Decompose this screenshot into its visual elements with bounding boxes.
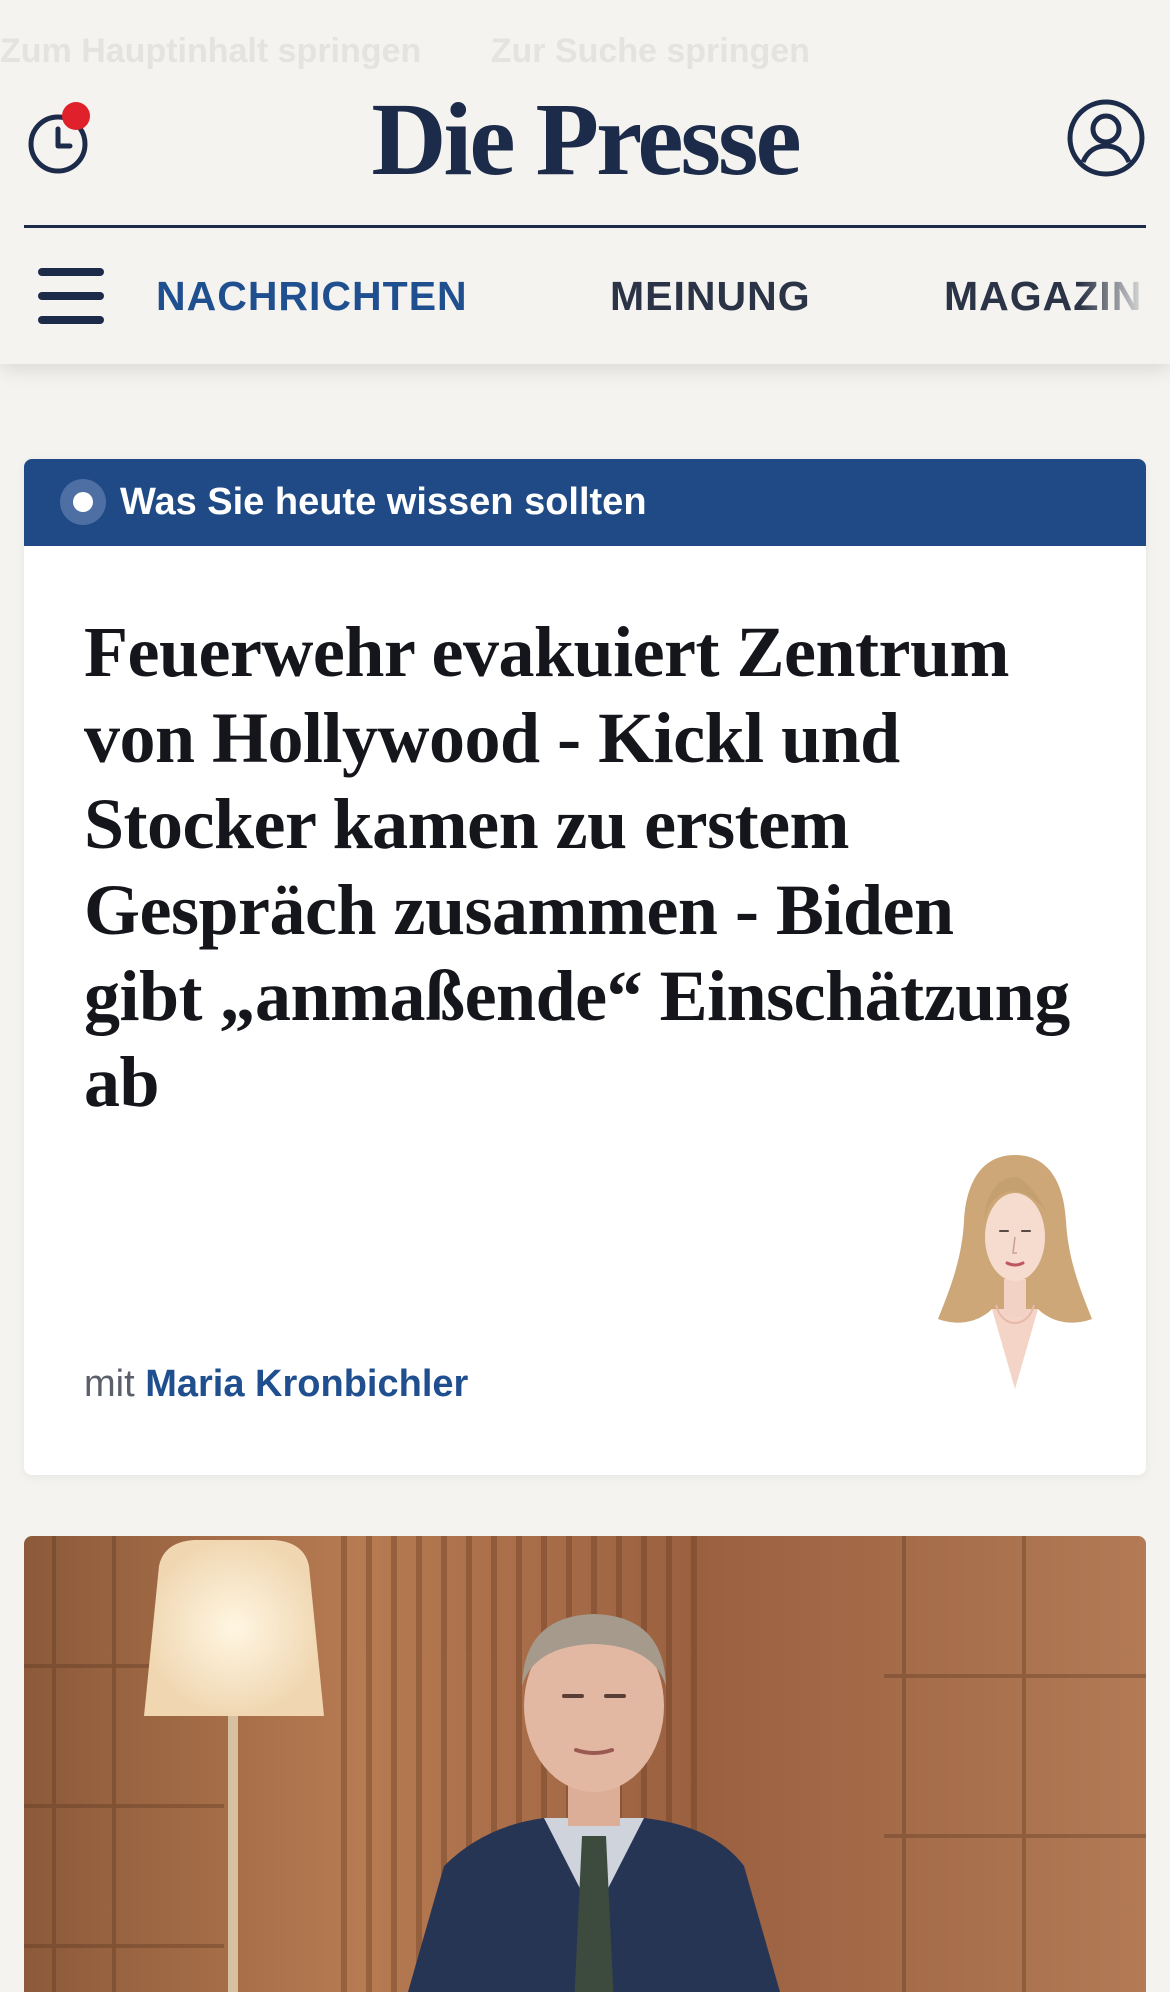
article-photo <box>24 1536 1146 1992</box>
briefing-label: Was Sie heute wissen sollten <box>120 481 647 523</box>
briefing-banner: Was Sie heute wissen sollten <box>24 459 1146 546</box>
menu-button[interactable] <box>38 268 106 324</box>
skip-link-main[interactable]: Zum Hauptinhalt springen <box>0 32 421 70</box>
lead-article-image[interactable] <box>24 1536 1146 1992</box>
site-header: Zum Hauptinhalt springen Zur Suche sprin… <box>0 0 1170 364</box>
daily-briefing-card[interactable]: Was Sie heute wissen sollten Feuerwehr e… <box>24 459 1146 1475</box>
author-name[interactable]: Maria Kronbichler <box>145 1363 468 1405</box>
site-logo[interactable]: Die Presse <box>0 80 1170 200</box>
header-divider <box>24 225 1146 228</box>
nav-scroll-fade <box>1080 256 1170 336</box>
main-nav: NACHRICHTEN MEINUNG MAGAZIN <box>156 266 1170 326</box>
hamburger-icon <box>38 268 104 276</box>
author-avatar <box>920 1149 1110 1399</box>
skip-link-search[interactable]: Zur Suche springen <box>491 32 810 70</box>
user-icon <box>1067 99 1145 177</box>
account-button[interactable] <box>1066 98 1146 178</box>
nav-item-meinung[interactable]: MEINUNG <box>610 266 811 326</box>
live-indicator-icon <box>60 479 106 525</box>
briefing-headline[interactable]: Feuerwehr evakuiert Zentrum von Hollywoo… <box>84 609 1084 1125</box>
author-prefix: mit <box>84 1363 135 1405</box>
nav-item-nachrichten[interactable]: NACHRICHTEN <box>156 266 468 326</box>
briefing-author: mit Maria Kronbichler <box>84 1359 468 1409</box>
page: Zum Hauptinhalt springen Zur Suche sprin… <box>0 0 1170 1992</box>
